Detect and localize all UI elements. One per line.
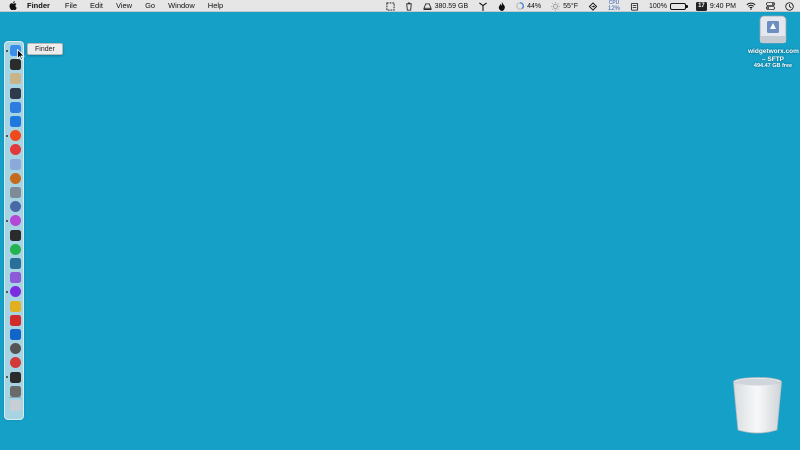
dock-terminal-icon[interactable] — [10, 229, 21, 241]
dock-outlook-app-icon[interactable] — [10, 329, 21, 340]
progress-ring-icon — [516, 2, 524, 10]
running-indicator — [6, 49, 8, 52]
trash-status-icon[interactable] — [405, 0, 413, 12]
dock-downloads-stack-icon[interactable] — [10, 400, 21, 411]
clock-icon[interactable] — [785, 0, 794, 12]
menu-view[interactable]: View — [116, 0, 132, 12]
running-indicator — [6, 219, 8, 222]
app-menu-finder[interactable]: Finder — [27, 0, 50, 12]
dock-mail-app-icon[interactable] — [10, 258, 21, 269]
apple-menu-icon[interactable] — [9, 1, 17, 10]
dock-console-app-icon[interactable] — [10, 371, 21, 383]
running-indicator — [6, 376, 8, 379]
menu-window[interactable]: Window — [168, 0, 195, 12]
wifi-icon[interactable] — [746, 0, 756, 12]
status-area: 380.59 GB 44% 55°F CPU 12% 100% 17 9:40 … — [376, 0, 794, 12]
battery-status[interactable]: 100% — [649, 0, 688, 12]
dock-tooltip: Finder — [27, 43, 63, 55]
dock-photos-app-icon[interactable] — [10, 158, 21, 170]
hard-drive-icon — [423, 2, 432, 10]
antenna-icon[interactable] — [478, 0, 488, 12]
menu-bar: Finder File Edit View Go Window Help 380… — [0, 0, 800, 12]
dock-window-app-icon[interactable] — [10, 101, 21, 113]
menu-file[interactable]: File — [65, 0, 77, 12]
dock-bitcoin-app-icon[interactable] — [10, 201, 21, 213]
disk-free-value: 380.59 GB — [434, 2, 469, 10]
sync-icon[interactable] — [588, 0, 598, 12]
dock-brave-browser-icon[interactable] — [10, 130, 21, 142]
control-center-icon[interactable] — [766, 0, 775, 12]
network-drive-icon — [759, 15, 787, 44]
desktop-drive-sftp[interactable]: widgetworx.com – SFTP 494.47 GB free — [748, 15, 799, 70]
dock — [4, 41, 24, 420]
clipboard-icon[interactable] — [630, 0, 639, 12]
trash-icon[interactable] — [730, 376, 785, 436]
dock-firefox-app-icon[interactable] — [10, 286, 21, 298]
dock-cookie-app-icon[interactable] — [10, 172, 21, 184]
dock-activity-monitor-icon[interactable] — [10, 59, 21, 71]
calendar-day-icon: 17 — [695, 1, 707, 11]
drive-label: widgetworx.com – SFTP — [748, 48, 799, 63]
clock-time: 9:40 PM — [709, 2, 736, 10]
dock-circle-app-icon[interactable] — [10, 357, 21, 369]
flame-icon[interactable] — [498, 0, 506, 12]
dock-settings-app-icon[interactable] — [10, 385, 21, 397]
menu-edit[interactable]: Edit — [90, 0, 103, 12]
dock-xcode-icon[interactable] — [10, 116, 21, 127]
dock-pink-app-icon[interactable] — [10, 215, 21, 227]
sun-icon — [551, 1, 561, 11]
dock-script-editor-icon[interactable] — [10, 73, 21, 85]
battery-small-value: 44% — [527, 2, 542, 10]
dock-preview-app-icon[interactable] — [10, 187, 21, 198]
menu-bar-left: Finder File Edit View Go Window Help — [0, 0, 236, 12]
disk-status[interactable]: 380.59 GB — [423, 0, 468, 12]
cpu-value: 12% — [608, 5, 621, 12]
cpu-status[interactable]: CPU 12% — [608, 0, 620, 12]
dock-eye-app-icon[interactable] — [10, 343, 21, 355]
weather-status[interactable]: 55°F — [551, 0, 578, 12]
running-indicator — [6, 134, 8, 137]
menu-go[interactable]: Go — [145, 0, 155, 12]
dock-purple-app-icon[interactable] — [10, 272, 21, 284]
drive-free-space: 494.47 GB free — [753, 63, 793, 69]
dock-spotify-icon[interactable] — [10, 243, 21, 255]
screenshot-icon[interactable] — [386, 0, 395, 12]
temperature-value: 55°F — [563, 2, 578, 10]
battery-percent: 100% — [649, 2, 667, 10]
dock-tomato-app-icon[interactable] — [10, 144, 21, 156]
dock-red-app-icon[interactable] — [10, 314, 21, 326]
dock-cyberduck-app-icon[interactable] — [10, 300, 21, 312]
mouse-pointer-icon — [17, 49, 25, 60]
battery-icon — [669, 2, 688, 10]
battery-small-status[interactable]: 44% — [516, 0, 541, 12]
dock-instruments-icon[interactable] — [10, 87, 21, 99]
menu-help[interactable]: Help — [208, 0, 223, 12]
calendar-status[interactable]: 17 9:40 PM — [695, 0, 736, 12]
dock-separator — [9, 397, 21, 398]
running-indicator — [6, 290, 8, 293]
